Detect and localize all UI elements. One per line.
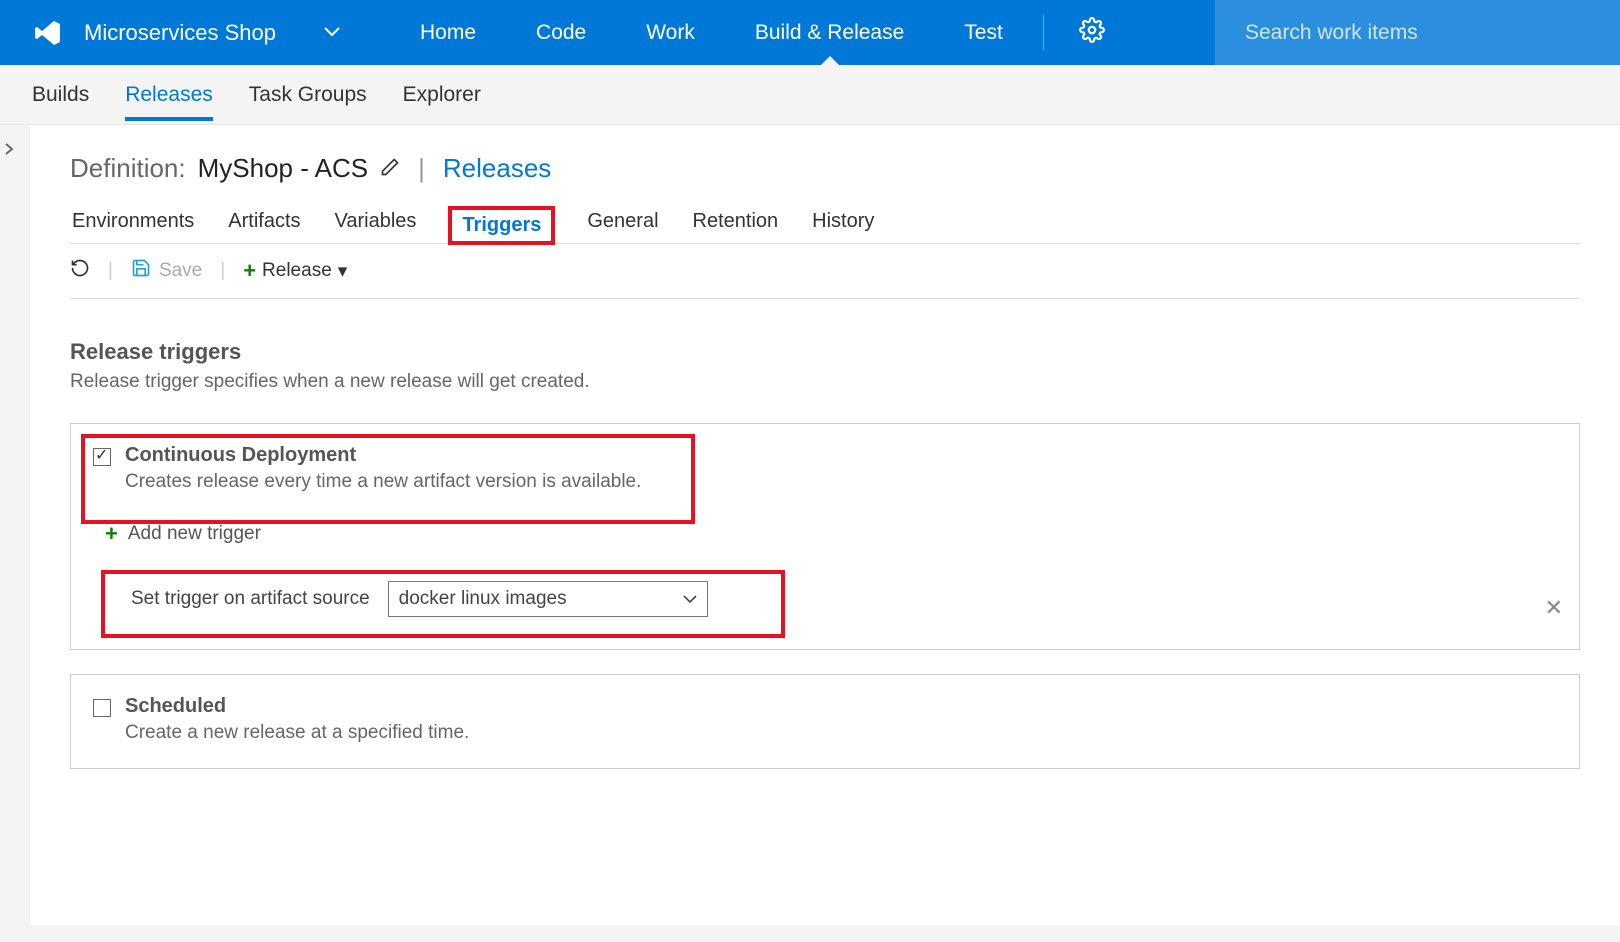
main-content: Definition: MyShop - ACS | Releases Envi… [30, 125, 1620, 925]
edit-definition-button[interactable] [380, 153, 400, 184]
toolbar-separator-2: | [220, 260, 225, 282]
section-description: Release trigger specifies when a new rel… [70, 371, 1580, 393]
definition-separator: | [418, 153, 425, 184]
expand-left-panel-button[interactable] [4, 142, 14, 159]
settings-gear-button[interactable] [1054, 0, 1130, 65]
subnav-releases[interactable]: Releases [125, 69, 213, 121]
save-button: Save [131, 258, 202, 284]
nav-home[interactable]: Home [390, 0, 506, 65]
chevron-down-icon [324, 24, 340, 42]
artifact-source-select[interactable]: docker linux images [388, 581, 708, 617]
scheduled-panel: Scheduled Create a new release at a spec… [70, 674, 1580, 769]
nav-work[interactable]: Work [616, 0, 725, 65]
subnav-builds[interactable]: Builds [32, 69, 89, 121]
subnav-task-groups[interactable]: Task Groups [249, 69, 367, 121]
trigger-source-label: Set trigger on artifact source [131, 588, 370, 610]
scheduled-subtitle: Create a new release at a specified time… [125, 722, 469, 744]
visual-studio-logo-icon [30, 15, 66, 51]
toolbar: | Save | + Release ▾ [70, 244, 1580, 299]
definition-label: Definition: [70, 153, 186, 184]
project-switcher[interactable]: Microservices Shop [0, 0, 390, 65]
cd-title: Continuous Deployment [125, 444, 641, 467]
releases-link[interactable]: Releases [443, 153, 551, 184]
tab-retention[interactable]: Retention [691, 206, 781, 243]
remove-trigger-button[interactable]: ✕ [1545, 595, 1563, 621]
tab-environments[interactable]: Environments [70, 206, 196, 243]
section-heading: Release triggers [70, 339, 1580, 365]
add-new-trigger-button[interactable]: + Add new trigger [105, 521, 1557, 547]
release-label: Release [262, 260, 332, 282]
scheduled-title: Scheduled [125, 695, 469, 718]
cd-checkbox[interactable] [93, 448, 111, 466]
plus-icon: + [105, 521, 118, 547]
close-icon: ✕ [1545, 595, 1563, 620]
tab-triggers[interactable]: Triggers [448, 206, 555, 245]
artifact-source-value: docker linux images [399, 588, 567, 610]
search-placeholder: Search work items [1245, 21, 1418, 45]
tab-artifacts[interactable]: Artifacts [226, 206, 302, 243]
sub-nav: Builds Releases Task Groups Explorer [0, 65, 1620, 125]
refresh-icon [70, 262, 90, 283]
subnav-explorer[interactable]: Explorer [403, 69, 481, 121]
release-dropdown-button[interactable]: + Release ▾ [243, 258, 347, 284]
add-trigger-label: Add new trigger [128, 523, 261, 545]
nav-separator [1043, 15, 1044, 50]
top-nav-bar: Microservices Shop Home Code Work Build … [0, 0, 1620, 65]
search-input[interactable]: Search work items [1215, 0, 1620, 65]
save-label: Save [159, 260, 202, 282]
tab-general[interactable]: General [585, 206, 660, 243]
pencil-icon [380, 153, 400, 183]
toolbar-separator: | [108, 260, 113, 282]
tab-history[interactable]: History [810, 206, 876, 243]
definition-header: Definition: MyShop - ACS | Releases [70, 153, 1580, 184]
continuous-deployment-panel: Continuous Deployment Creates release ev… [70, 423, 1580, 650]
nav-build-release[interactable]: Build & Release [725, 0, 934, 65]
cd-subtitle: Creates release every time a new artifac… [125, 471, 641, 493]
chevron-down-icon [683, 588, 697, 610]
nav-test[interactable]: Test [934, 0, 1033, 65]
project-name: Microservices Shop [84, 20, 276, 46]
plus-icon: + [243, 258, 256, 284]
refresh-button[interactable] [70, 258, 90, 284]
tab-variables[interactable]: Variables [333, 206, 419, 243]
trigger-source-row: Set trigger on artifact source docker li… [131, 581, 1557, 617]
definition-tabs: Environments Artifacts Variables Trigger… [70, 206, 1580, 244]
scheduled-checkbox[interactable] [93, 699, 111, 717]
nav-code[interactable]: Code [506, 0, 616, 65]
gear-icon [1079, 17, 1105, 48]
definition-name: MyShop - ACS [198, 153, 369, 184]
save-icon [131, 258, 151, 284]
dropdown-caret-icon: ▾ [338, 260, 348, 283]
top-nav: Home Code Work Build & Release Test [390, 0, 1033, 65]
release-triggers-section: Release triggers Release trigger specifi… [70, 339, 1580, 769]
